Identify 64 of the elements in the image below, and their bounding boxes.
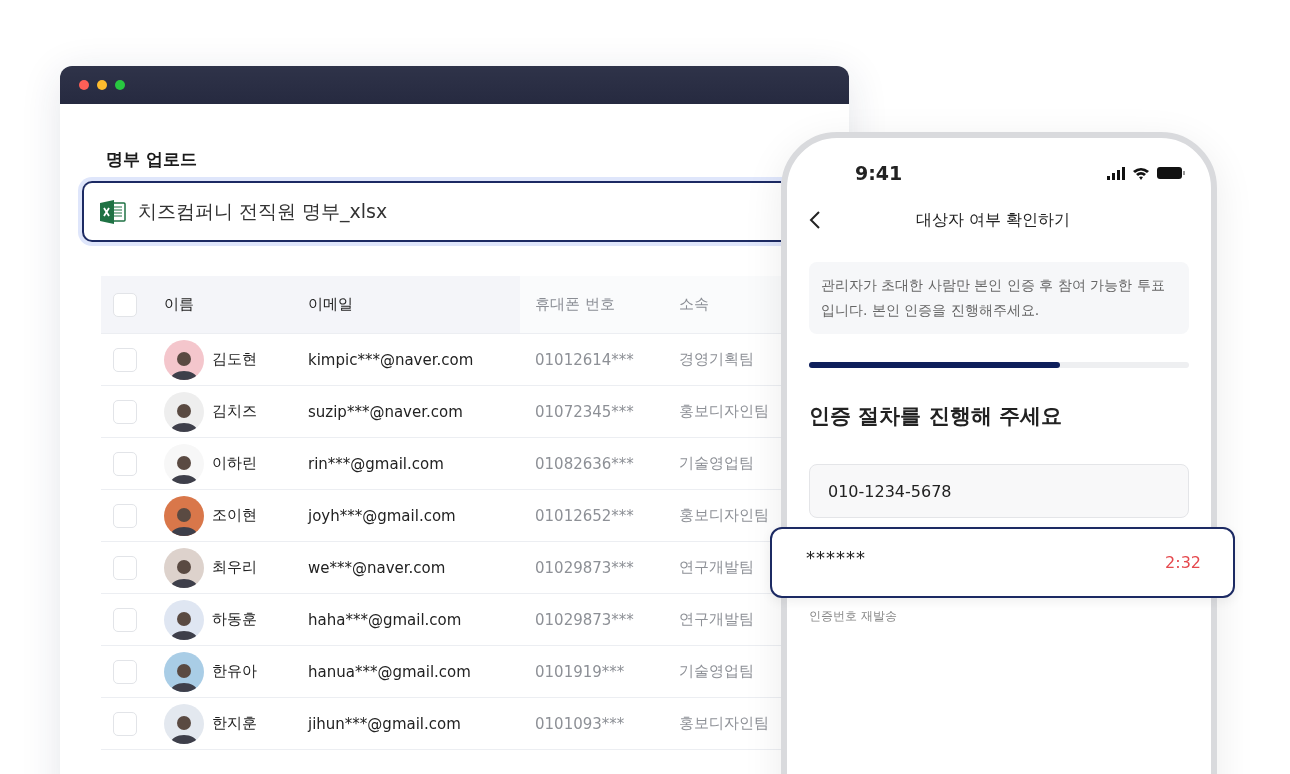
step-heading: 인증 절차를 진행해 주세요 — [809, 403, 1063, 430]
row-checkbox[interactable] — [113, 503, 137, 528]
close-dot-icon[interactable] — [79, 80, 89, 90]
name-cell: 최우리 — [212, 558, 257, 577]
upload-label: 명부 업로드 — [106, 148, 198, 171]
phone-number-cell-text: 0101919*** — [535, 662, 626, 681]
column-header: 이름 — [164, 295, 195, 314]
row-checkbox[interactable] — [113, 711, 137, 736]
battery-icon — [1157, 167, 1185, 179]
email-cell-text: suzip***@naver.com — [308, 402, 464, 421]
phone-number-cell-text: 0101093*** — [535, 714, 626, 733]
name-cell: 한유아 — [212, 662, 257, 681]
name-cell: 김치즈 — [212, 402, 257, 421]
phone-number-cell-text: 01029873*** — [535, 610, 635, 629]
masked-code: ****** — [806, 547, 866, 568]
row-checkbox[interactable] — [113, 451, 137, 476]
notice-text: 관리자가 초대한 사람만 본인 인증 후 참여 가능한 투표입니다. 본인 인증을 진행해주세요. — [809, 262, 1189, 334]
email-cell-text: rin***@gmail.com — [308, 454, 445, 473]
team-cell-text: 홍보디자인팀 — [679, 506, 770, 525]
email-cell-text: kimpic***@naver.com — [308, 350, 475, 369]
phone-number-cell-text: 01012652*** — [535, 506, 635, 525]
name-cell: 김도현 — [212, 350, 257, 369]
email-cell-text: joyh***@gmail.com — [308, 506, 457, 525]
email-cell-text: jihun***@gmail.com — [308, 714, 462, 733]
row-checkbox[interactable] — [113, 555, 137, 580]
email-cell-text: hanua***@gmail.com — [308, 662, 472, 681]
column-header: 이메일 — [308, 295, 354, 314]
resend-code-link[interactable]: 인증번호 재발송 — [809, 608, 897, 625]
phone-number-cell-text: 01082636*** — [535, 454, 635, 473]
phone-number-cell-text: 01072345*** — [535, 402, 635, 421]
signal-icon — [1107, 166, 1125, 180]
column-header: 소속 — [679, 295, 710, 314]
name-cell: 조이현 — [212, 506, 257, 525]
row-checkbox[interactable] — [113, 347, 137, 372]
status-time: 9:41 — [855, 162, 903, 184]
countdown-timer: 2:32 — [1165, 553, 1201, 572]
name-cell: 한지훈 — [212, 714, 257, 733]
team-cell-text: 홍보디자인팀 — [679, 402, 770, 421]
verification-code-field[interactable]: ****** 2:32 — [770, 527, 1235, 598]
name-cell: 이하린 — [212, 454, 257, 473]
minimize-dot-icon[interactable] — [97, 80, 107, 90]
file-name: 치즈컴퍼니 전직원 명부_xlsx — [138, 198, 388, 225]
row-checkbox[interactable] — [113, 607, 137, 632]
zoom-dot-icon[interactable] — [115, 80, 125, 90]
team-cell-text: 연구개발팀 — [679, 558, 755, 577]
team-cell-text: 기술영업팀 — [679, 662, 755, 681]
row-checkbox[interactable] — [113, 659, 137, 684]
team-cell-text: 홍보디자인팀 — [679, 714, 770, 733]
phone-number-field[interactable]: 010-1234-5678 — [809, 464, 1189, 518]
phone-number-cell-text: 01012614*** — [535, 350, 635, 369]
email-cell-text: haha***@gmail.com — [308, 610, 463, 629]
team-cell-text: 경영기획팀 — [679, 350, 755, 369]
column-header: 휴대폰 번호 — [535, 295, 616, 314]
name-cell: 하동훈 — [212, 610, 257, 629]
screen-title: 대상자 여부 확인하기 — [914, 209, 1072, 231]
email-cell-text: we***@naver.com — [308, 558, 447, 577]
select-all-checkbox[interactable] — [113, 292, 137, 317]
wifi-icon — [1133, 166, 1149, 180]
back-chevron-icon[interactable] — [809, 210, 821, 230]
team-cell-text: 연구개발팀 — [679, 610, 755, 629]
phone-number-cell-text: 01029873*** — [535, 558, 635, 577]
spreadsheet-icon — [100, 199, 126, 224]
row-checkbox[interactable] — [113, 399, 137, 424]
team-cell-text: 기술영업팀 — [679, 454, 755, 473]
